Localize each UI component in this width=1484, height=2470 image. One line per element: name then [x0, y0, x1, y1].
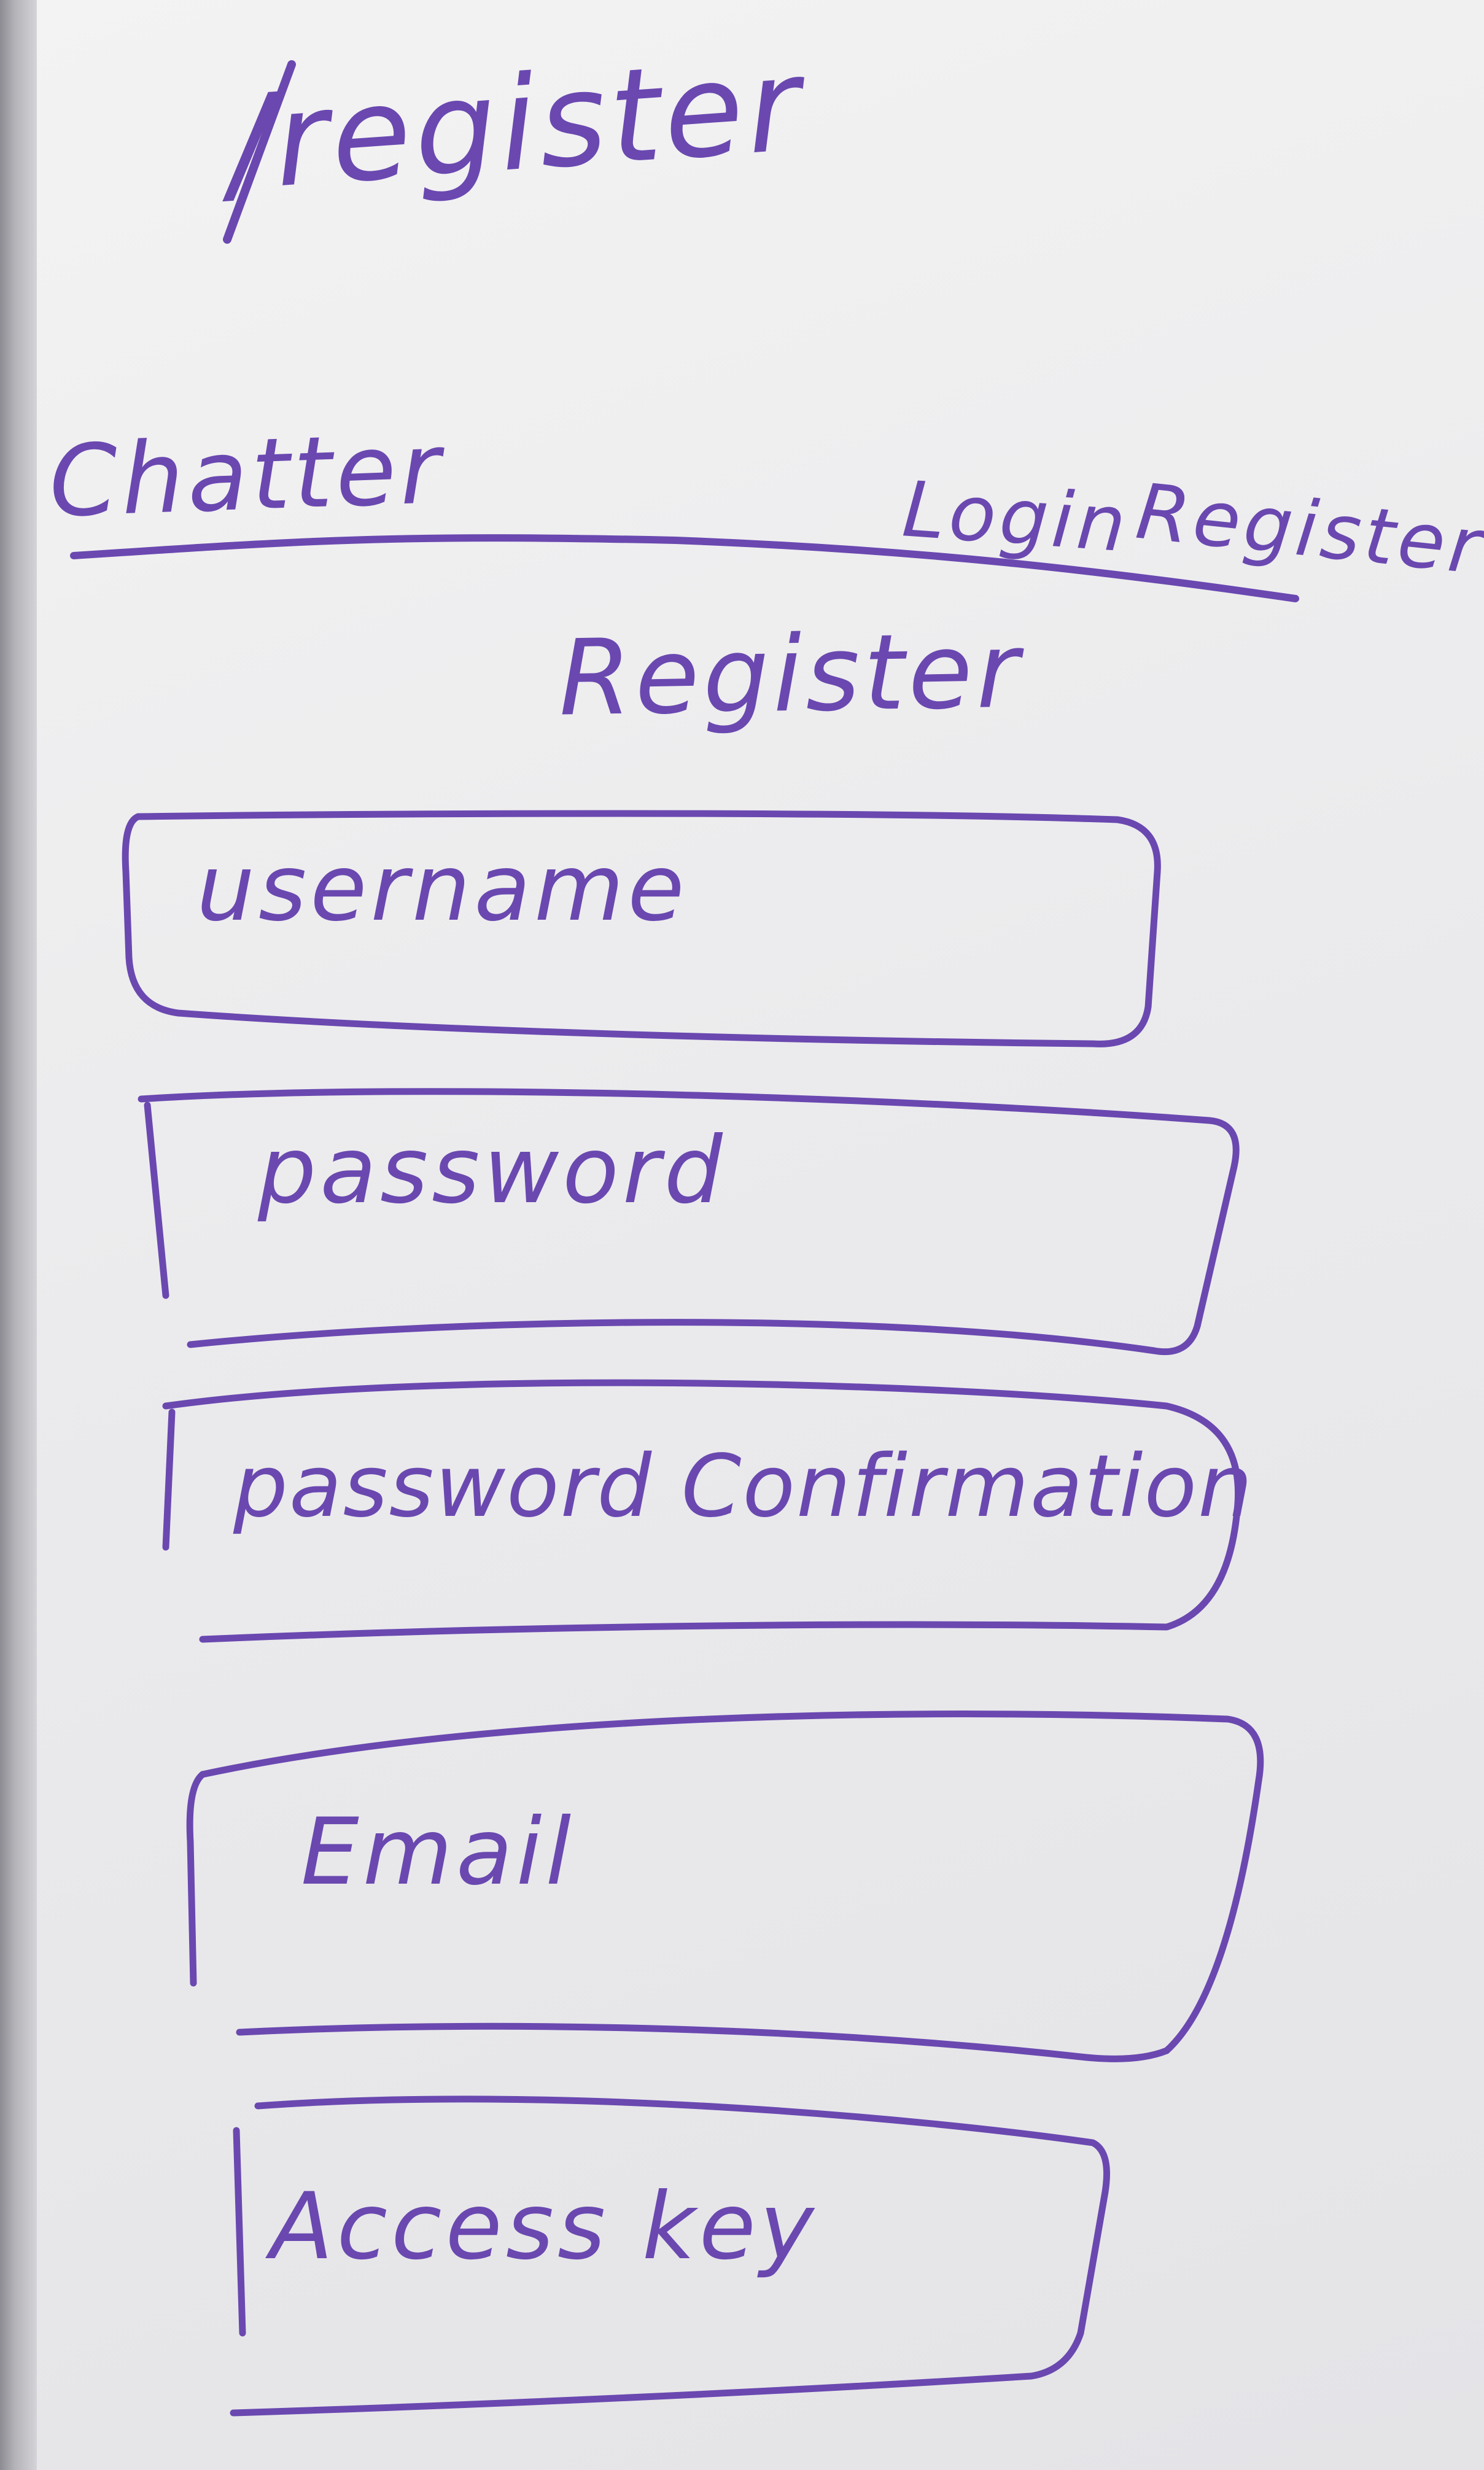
password-field[interactable]: password: [258, 1117, 726, 1224]
nav-login-link[interactable]: Login: [899, 465, 1132, 569]
access-key-box-left: [233, 2127, 246, 2337]
password-confirmation-box-left: [162, 1408, 176, 1551]
sketch-lines: [70, 60, 1299, 2417]
email-field[interactable]: Email: [301, 1799, 575, 1906]
username-field[interactable]: username: [196, 835, 688, 942]
email-box-left: [186, 1771, 206, 1987]
password-confirmation-field[interactable]: password Confirmation: [233, 1437, 1254, 1537]
password-box-left: [144, 1101, 169, 1299]
app-title[interactable]: Chatter: [47, 411, 446, 539]
page-title: Register: [557, 610, 1024, 740]
access-key-field[interactable]: Access key: [270, 2173, 818, 2280]
